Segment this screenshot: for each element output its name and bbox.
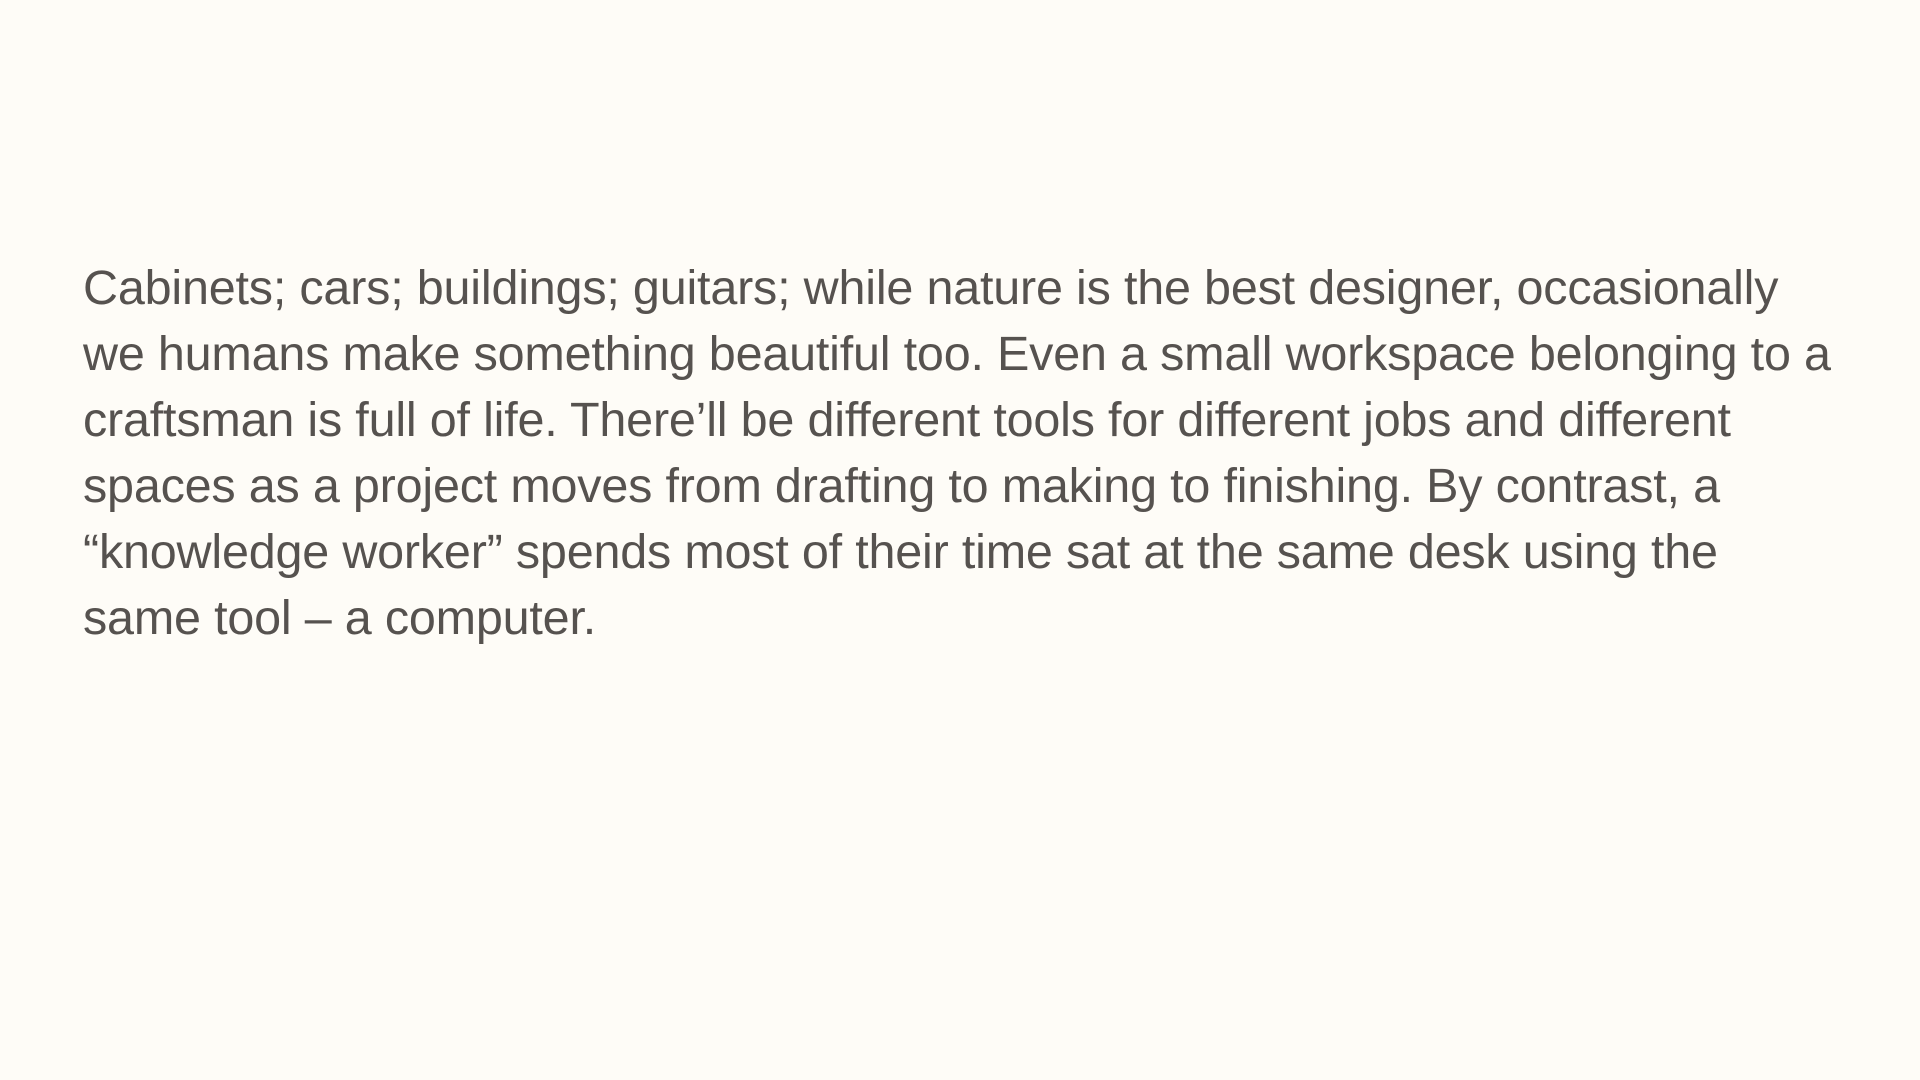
paragraph-line-6: same tool – a computer. — [83, 591, 597, 645]
paragraph-line-5: “knowledge worker” spends most of their … — [83, 525, 1718, 579]
paragraph-line-4: spaces as a project moves from drafting … — [83, 459, 1720, 513]
paragraph-line-2: we humans make something beautiful too. … — [83, 327, 1831, 381]
paragraph-line-1: Cabinets; cars; buildings; guitars; whil… — [83, 261, 1779, 315]
body-paragraph: Cabinets; cars; buildings; guitars; whil… — [83, 255, 1883, 651]
slide: Cabinets; cars; buildings; guitars; whil… — [0, 0, 1920, 1080]
paragraph-line-3: craftsman is full of life. There’ll be d… — [83, 393, 1731, 447]
